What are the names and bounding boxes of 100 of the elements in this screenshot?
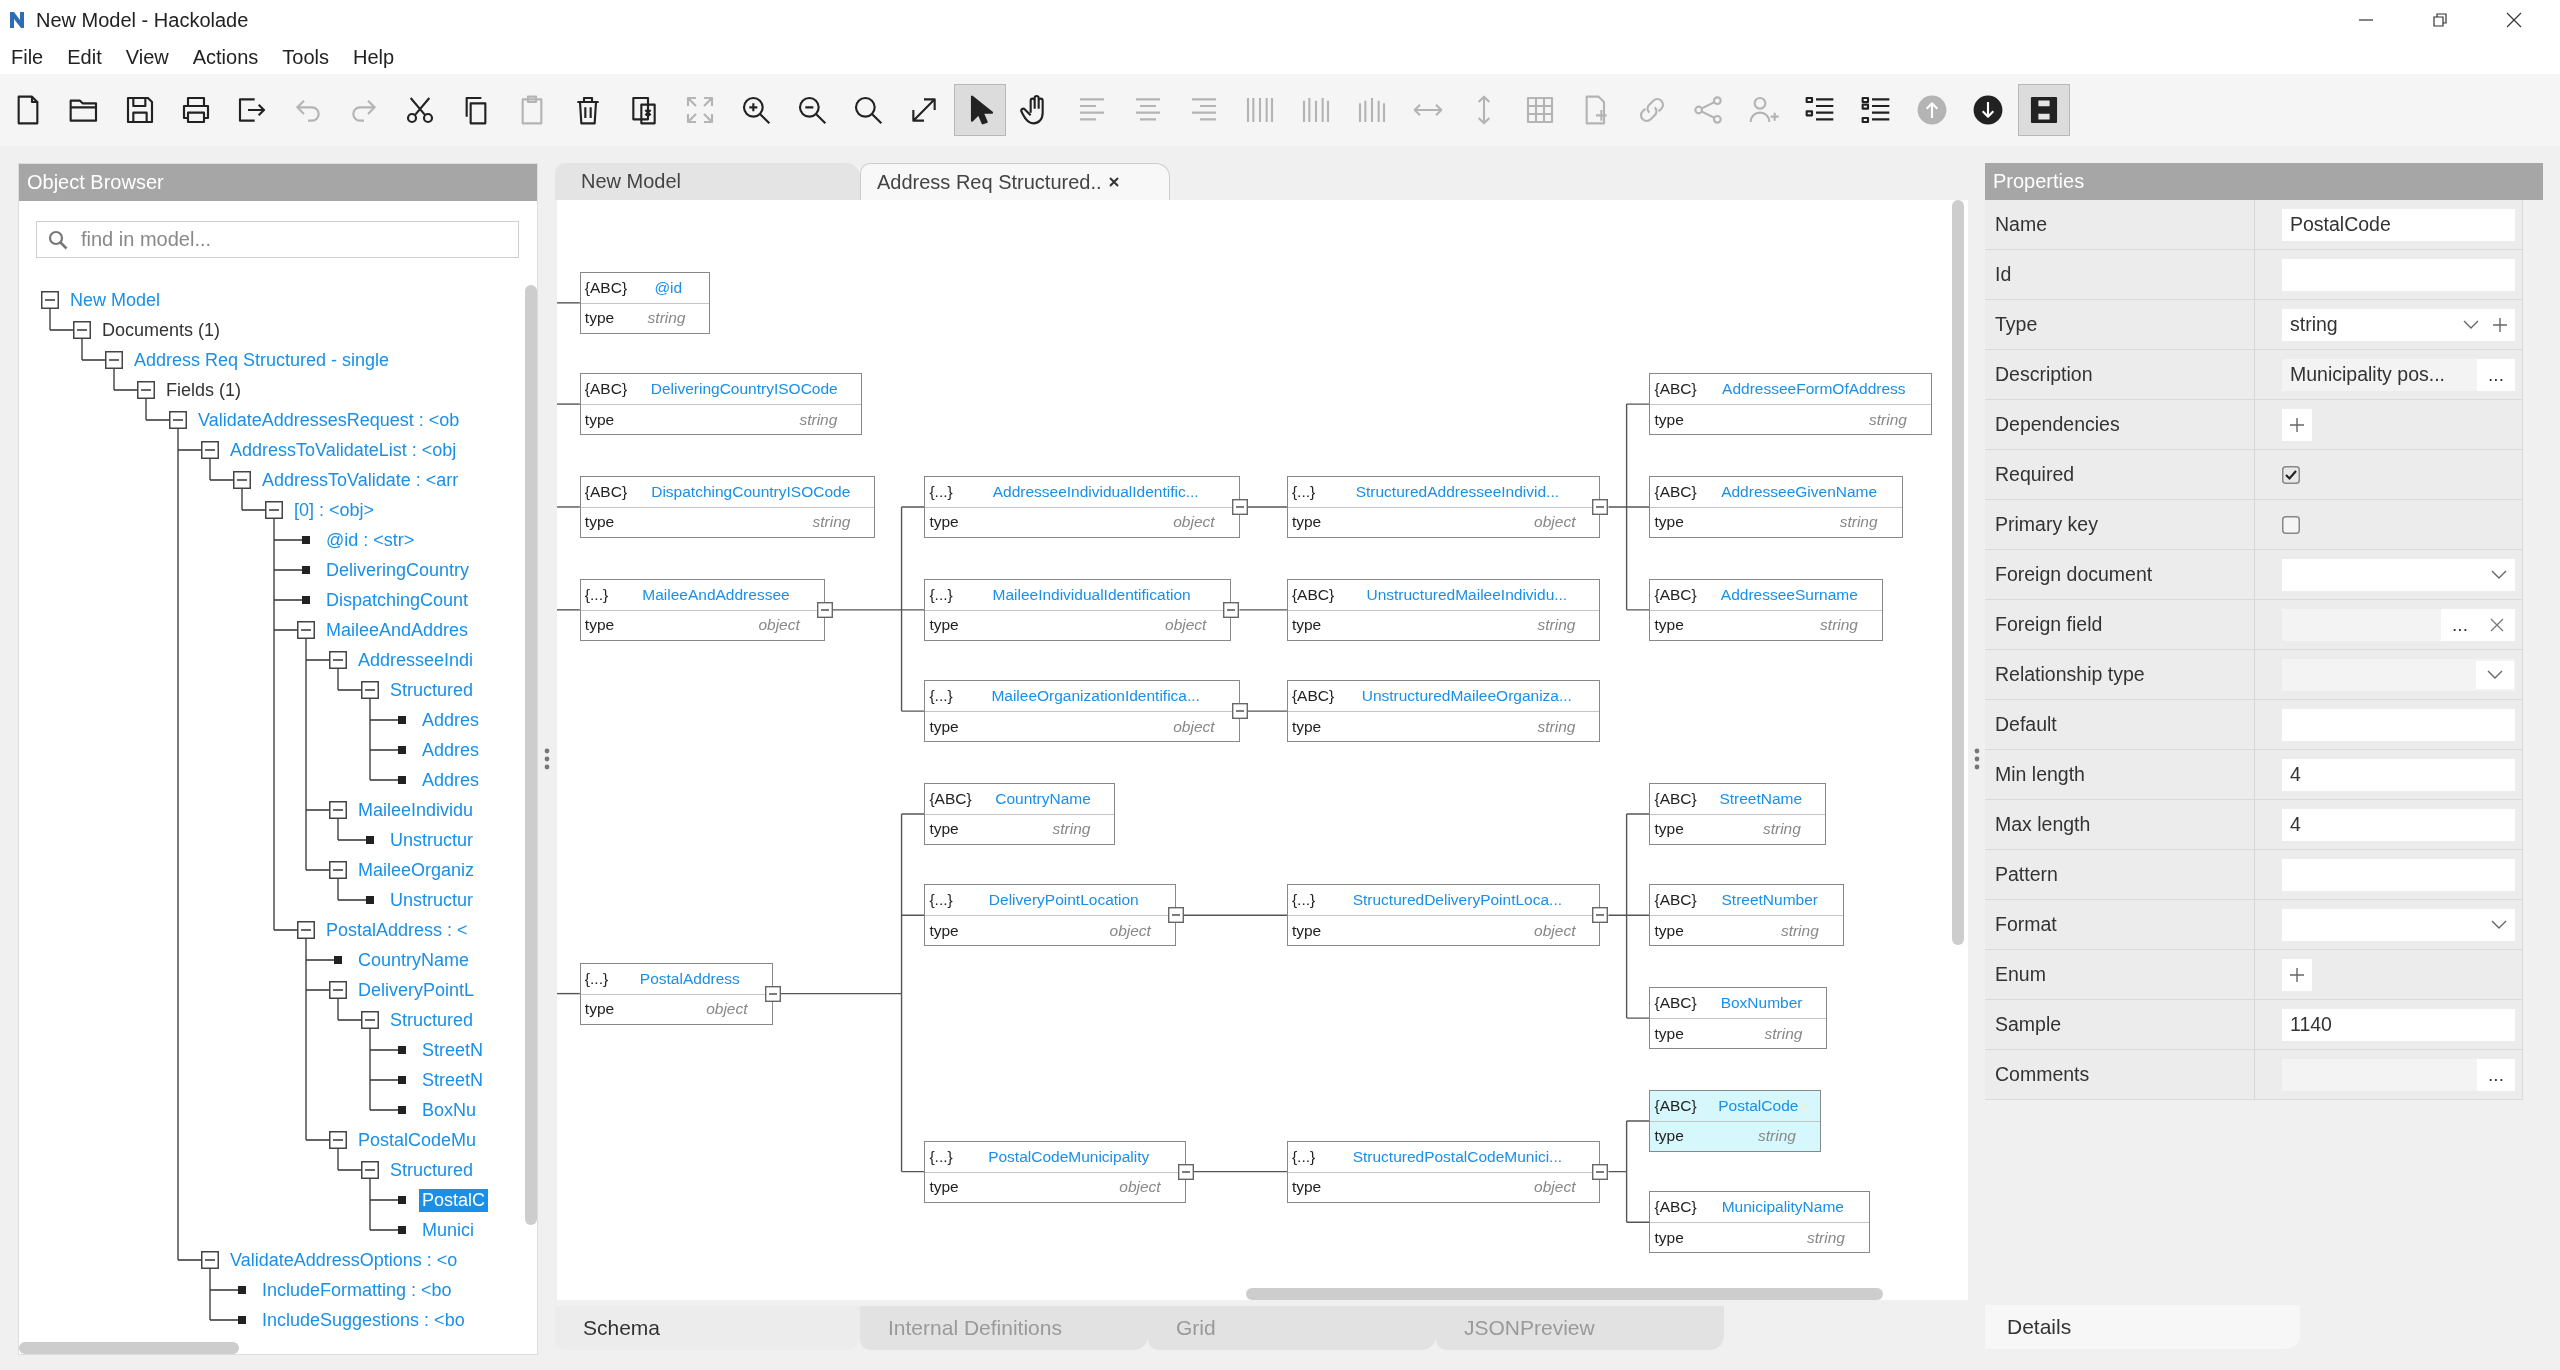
type-dropdown[interactable]: string	[2282, 308, 2515, 341]
tree-item[interactable]: Structured	[387, 1158, 477, 1182]
collapse-toggle[interactable]	[41, 291, 59, 309]
toolbar-button[interactable]	[2018, 84, 2070, 136]
tree-item[interactable]: Addres	[419, 708, 483, 732]
toolbar-button[interactable]	[954, 84, 1006, 136]
tree-item[interactable]: IncludeSuggestions : <bo	[259, 1308, 468, 1332]
schema-node[interactable]: {...} StructuredDeliveryPointLoca... type object	[1286, 884, 1601, 947]
collapse-toggle[interactable]	[329, 981, 347, 999]
tree-item[interactable]: MaileeAndAddres	[323, 618, 472, 642]
schema-node[interactable]: {ABC} PostalCode type string	[1649, 1090, 1821, 1152]
tree-item[interactable]: Fields (1)	[163, 378, 244, 402]
collapse-toggle[interactable]	[764, 985, 781, 1002]
tree-item[interactable]: StreetN	[419, 1038, 487, 1062]
collapse-toggle[interactable]	[1592, 907, 1609, 924]
collapse-toggle[interactable]	[169, 411, 187, 429]
close-icon[interactable]	[1107, 176, 1120, 188]
scrollbar-thumb[interactable]	[1952, 200, 1964, 945]
schema-node[interactable]: {...} MaileeIndividualIdentification type object	[924, 578, 1232, 641]
schema-node[interactable]: {ABC} AddresseeGivenName type string	[1649, 475, 1903, 538]
collapse-toggle[interactable]	[1167, 907, 1184, 924]
scrollbar-thumb[interactable]	[19, 1342, 239, 1354]
schema-node[interactable]: {...} PostalAddress type object	[579, 962, 773, 1025]
menu-item[interactable]: Actions	[183, 43, 268, 71]
collapse-toggle[interactable]	[297, 621, 315, 639]
menu-item[interactable]: Help	[344, 43, 404, 71]
menu-item[interactable]: View	[116, 43, 178, 71]
restore-icon[interactable]	[2430, 10, 2450, 30]
collapse-toggle[interactable]	[201, 441, 219, 459]
schema-node[interactable]: {...} MaileeOrganizationIdentifica... type object	[924, 680, 1240, 743]
search-field[interactable]: find in model...	[36, 221, 519, 258]
tree-item[interactable]: Munici	[419, 1218, 477, 1242]
schema-node[interactable]: {ABC} BoxNumber type string	[1649, 987, 1828, 1050]
collapse-toggle[interactable]	[1592, 498, 1609, 515]
schema-node[interactable]: {ABC} UnstructuredMaileeOrganiza... type string	[1286, 680, 1601, 743]
tree-item[interactable]: MaileeIndividu	[355, 798, 477, 822]
text-field[interactable]: 4	[2282, 758, 2515, 791]
collapse-toggle[interactable]	[361, 1161, 379, 1179]
more-button[interactable]: ...	[2477, 1058, 2515, 1091]
plus-icon[interactable]	[2493, 317, 2507, 332]
collapse-toggle[interactable]	[1592, 1163, 1609, 1180]
panel-tab[interactable]: Details	[1985, 1305, 2300, 1349]
menu-item[interactable]: File	[2, 43, 53, 71]
tree-item[interactable]: Addres	[419, 738, 483, 762]
menu-item[interactable]: Tools	[273, 43, 338, 71]
checkbox[interactable]	[2282, 515, 2300, 534]
schema-node[interactable]: {ABC} DeliveringCountryISOCode type string	[579, 373, 863, 436]
tree-item[interactable]: DeliveringCountry	[323, 558, 473, 582]
tree-item[interactable]: Unstructur	[387, 828, 477, 852]
collapse-toggle[interactable]	[1231, 703, 1248, 720]
collapse-toggle[interactable]	[1231, 498, 1248, 515]
collapse-toggle[interactable]	[361, 1011, 379, 1029]
schema-node[interactable]: {ABC} MunicipalityName type string	[1649, 1191, 1870, 1254]
collapse-toggle[interactable]	[329, 861, 347, 879]
scrollbar-thumb[interactable]	[1246, 1288, 1883, 1300]
schema-node[interactable]: {ABC} StreetNumber type string	[1649, 884, 1844, 947]
menu-item[interactable]: Edit	[58, 43, 111, 71]
add-button[interactable]	[2282, 958, 2312, 991]
document-tab[interactable]: Address Req Structured..	[860, 163, 1170, 200]
tree-item[interactable]: Unstructur	[387, 888, 477, 912]
tree-item[interactable]: AddresseeIndi	[355, 648, 477, 672]
collapse-toggle[interactable]	[329, 1131, 347, 1149]
more-button[interactable]: ...	[2477, 358, 2515, 391]
collapse-toggle[interactable]	[73, 321, 91, 339]
schema-node[interactable]: {...} StructuredAddresseeIndivid... type object	[1286, 475, 1601, 538]
splitter-handle-icon[interactable]	[1973, 748, 1980, 770]
collapse-toggle[interactable]	[361, 681, 379, 699]
schema-node[interactable]: {...} PostalCodeMunicipality type object	[924, 1140, 1186, 1203]
text-field[interactable]: 1140	[2282, 1008, 2515, 1041]
collapse-toggle[interactable]	[297, 921, 315, 939]
tree-item[interactable]: Structured	[387, 678, 477, 702]
schema-node[interactable]: {ABC} AddresseeSurname type string	[1649, 578, 1883, 641]
schema-node[interactable]: {ABC} @id type string	[579, 271, 711, 334]
collapse-toggle[interactable]	[201, 1251, 219, 1269]
scrollbar-thumb[interactable]	[525, 285, 537, 1225]
tree-item[interactable]: PostalAddress : <	[323, 918, 471, 942]
schema-node[interactable]: {ABC} CountryName type string	[924, 782, 1116, 845]
text-field[interactable]: 4	[2282, 808, 2515, 841]
collapse-toggle[interactable]	[329, 651, 347, 669]
tree-item[interactable]: CountryName	[355, 948, 473, 972]
schema-node[interactable]: {...} StructuredPostalCodeMunici... type object	[1286, 1140, 1601, 1203]
schema-node[interactable]: {...} AddresseeIndividualIdentific... type object	[924, 475, 1240, 538]
more-button[interactable]: ...	[2441, 608, 2479, 641]
collapse-toggle[interactable]	[233, 471, 251, 489]
collapse-toggle[interactable]	[1177, 1163, 1194, 1180]
tree-item[interactable]: Address Req Structured - single	[131, 348, 393, 372]
collapse-toggle[interactable]	[816, 601, 833, 618]
collapse-toggle[interactable]	[137, 381, 155, 399]
view-tab[interactable]: Schema	[555, 1306, 860, 1350]
schema-node[interactable]: {ABC} StreetName type string	[1649, 782, 1826, 845]
schema-node[interactable]: {ABC} UnstructuredMaileeIndividu... type string	[1286, 578, 1601, 641]
schema-node[interactable]: {ABC} AddresseeFormOfAddress type string	[1649, 373, 1932, 436]
tree-item[interactable]: Documents (1)	[99, 318, 224, 342]
add-button[interactable]	[2282, 408, 2312, 441]
checkbox[interactable]	[2282, 465, 2300, 484]
text-field[interactable]: Municipality pos...	[2282, 358, 2477, 391]
close-icon[interactable]	[2504, 10, 2524, 30]
schema-node[interactable]: {...} MaileeAndAddressee type object	[579, 578, 825, 641]
tree-item[interactable]: StreetN	[419, 1068, 487, 1092]
schema-node[interactable]: {...} DeliveryPointLocation type object	[924, 884, 1176, 947]
